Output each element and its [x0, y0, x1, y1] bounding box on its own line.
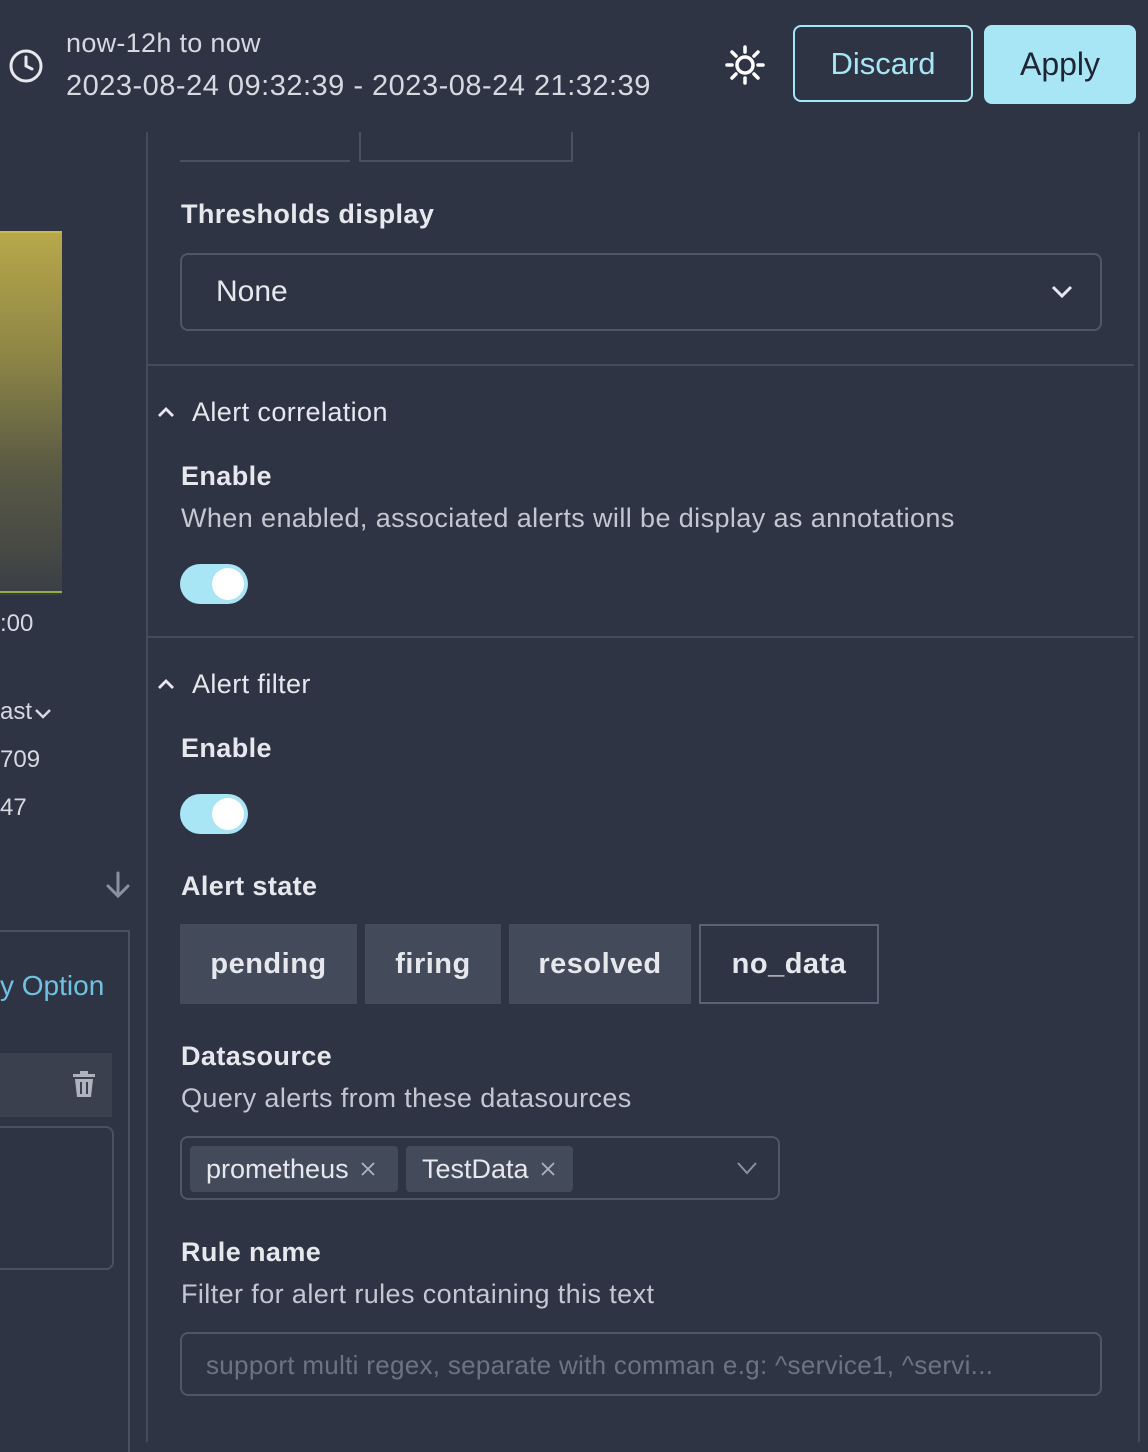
section-divider — [148, 364, 1134, 366]
chevron-down-icon — [1051, 285, 1073, 299]
close-icon[interactable] — [540, 1162, 555, 1176]
alert-correlation-header[interactable]: Alert correlation — [156, 394, 388, 430]
alert-state-pending[interactable]: pending — [180, 924, 357, 1004]
section-divider — [148, 636, 1134, 638]
thresholds-display-select[interactable]: None — [180, 253, 1102, 331]
section-title: Alert correlation — [192, 396, 388, 427]
option-tab[interactable] — [359, 132, 573, 162]
chevron-up-icon — [158, 407, 174, 417]
thresholds-display-label: Thresholds display — [181, 199, 435, 229]
query-option-link[interactable]: y Option — [0, 970, 104, 1002]
time-range-absolute[interactable]: 2023-08-24 09:32:39 - 2023-08-24 21:32:3… — [66, 70, 651, 103]
alert-state-label: Alert state — [181, 871, 318, 901]
chevron-up-icon — [158, 679, 174, 689]
time-range-title[interactable]: now-12h to now — [66, 28, 261, 59]
filter-enable-toggle[interactable] — [180, 794, 248, 834]
datasource-label: Datasource — [181, 1041, 333, 1071]
top-bar: now-12h to now 2023-08-24 09:32:39 - 202… — [0, 0, 1148, 132]
close-icon[interactable] — [360, 1162, 375, 1176]
alert-filter-header[interactable]: Alert filter — [156, 666, 311, 702]
alert-state-resolved[interactable]: resolved — [509, 924, 691, 1004]
section-title: Alert filter — [192, 668, 311, 699]
toggle-knob — [212, 568, 244, 600]
datasource-description: Query alerts from these datasources — [181, 1083, 632, 1113]
datasource-tag: prometheus — [190, 1146, 398, 1192]
alert-state-no-data[interactable]: no_data — [699, 924, 879, 1004]
clock-icon[interactable] — [8, 48, 44, 84]
legend-value: 709 — [0, 746, 41, 773]
chart-area-fill — [0, 231, 62, 595]
rule-name-label: Rule name — [181, 1237, 322, 1267]
chevron-down-icon — [35, 708, 51, 719]
tag-label: TestData — [422, 1153, 529, 1184]
rule-name-placeholder: support multi regex, separate with comma… — [206, 1350, 994, 1380]
legend-value: 47 — [0, 794, 27, 821]
correlation-enable-description: When enabled, associated alerts will be … — [181, 503, 955, 533]
apply-button[interactable]: Apply — [984, 25, 1136, 104]
sun-icon[interactable] — [724, 44, 766, 86]
chart-tick-label: :00 — [0, 610, 34, 637]
chart-baseline — [0, 591, 62, 593]
alert-state-firing[interactable]: firing — [365, 924, 501, 1004]
datasource-tag: TestData — [406, 1146, 573, 1192]
rule-name-input[interactable]: support multi regex, separate with comma… — [180, 1332, 1102, 1396]
query-editor-box[interactable] — [0, 1126, 114, 1270]
legend-column-label: ast — [0, 698, 33, 725]
option-tab[interactable] — [180, 132, 350, 162]
correlation-enable-label: Enable — [181, 461, 272, 491]
chevron-down-icon[interactable] — [736, 1160, 758, 1176]
tag-label: prometheus — [206, 1153, 349, 1184]
discard-button[interactable]: Discard — [793, 25, 973, 102]
legend-column-header[interactable]: ast — [0, 698, 52, 726]
datasource-multiselect[interactable]: prometheus TestData — [180, 1136, 780, 1200]
correlation-enable-toggle[interactable] — [180, 564, 248, 604]
filter-enable-label: Enable — [181, 733, 272, 763]
rule-name-description: Filter for alert rules containing this t… — [181, 1279, 655, 1309]
trash-icon[interactable] — [71, 1070, 97, 1098]
select-value: None — [216, 275, 288, 308]
arrow-down-icon[interactable] — [104, 870, 132, 900]
toggle-knob — [212, 798, 244, 830]
